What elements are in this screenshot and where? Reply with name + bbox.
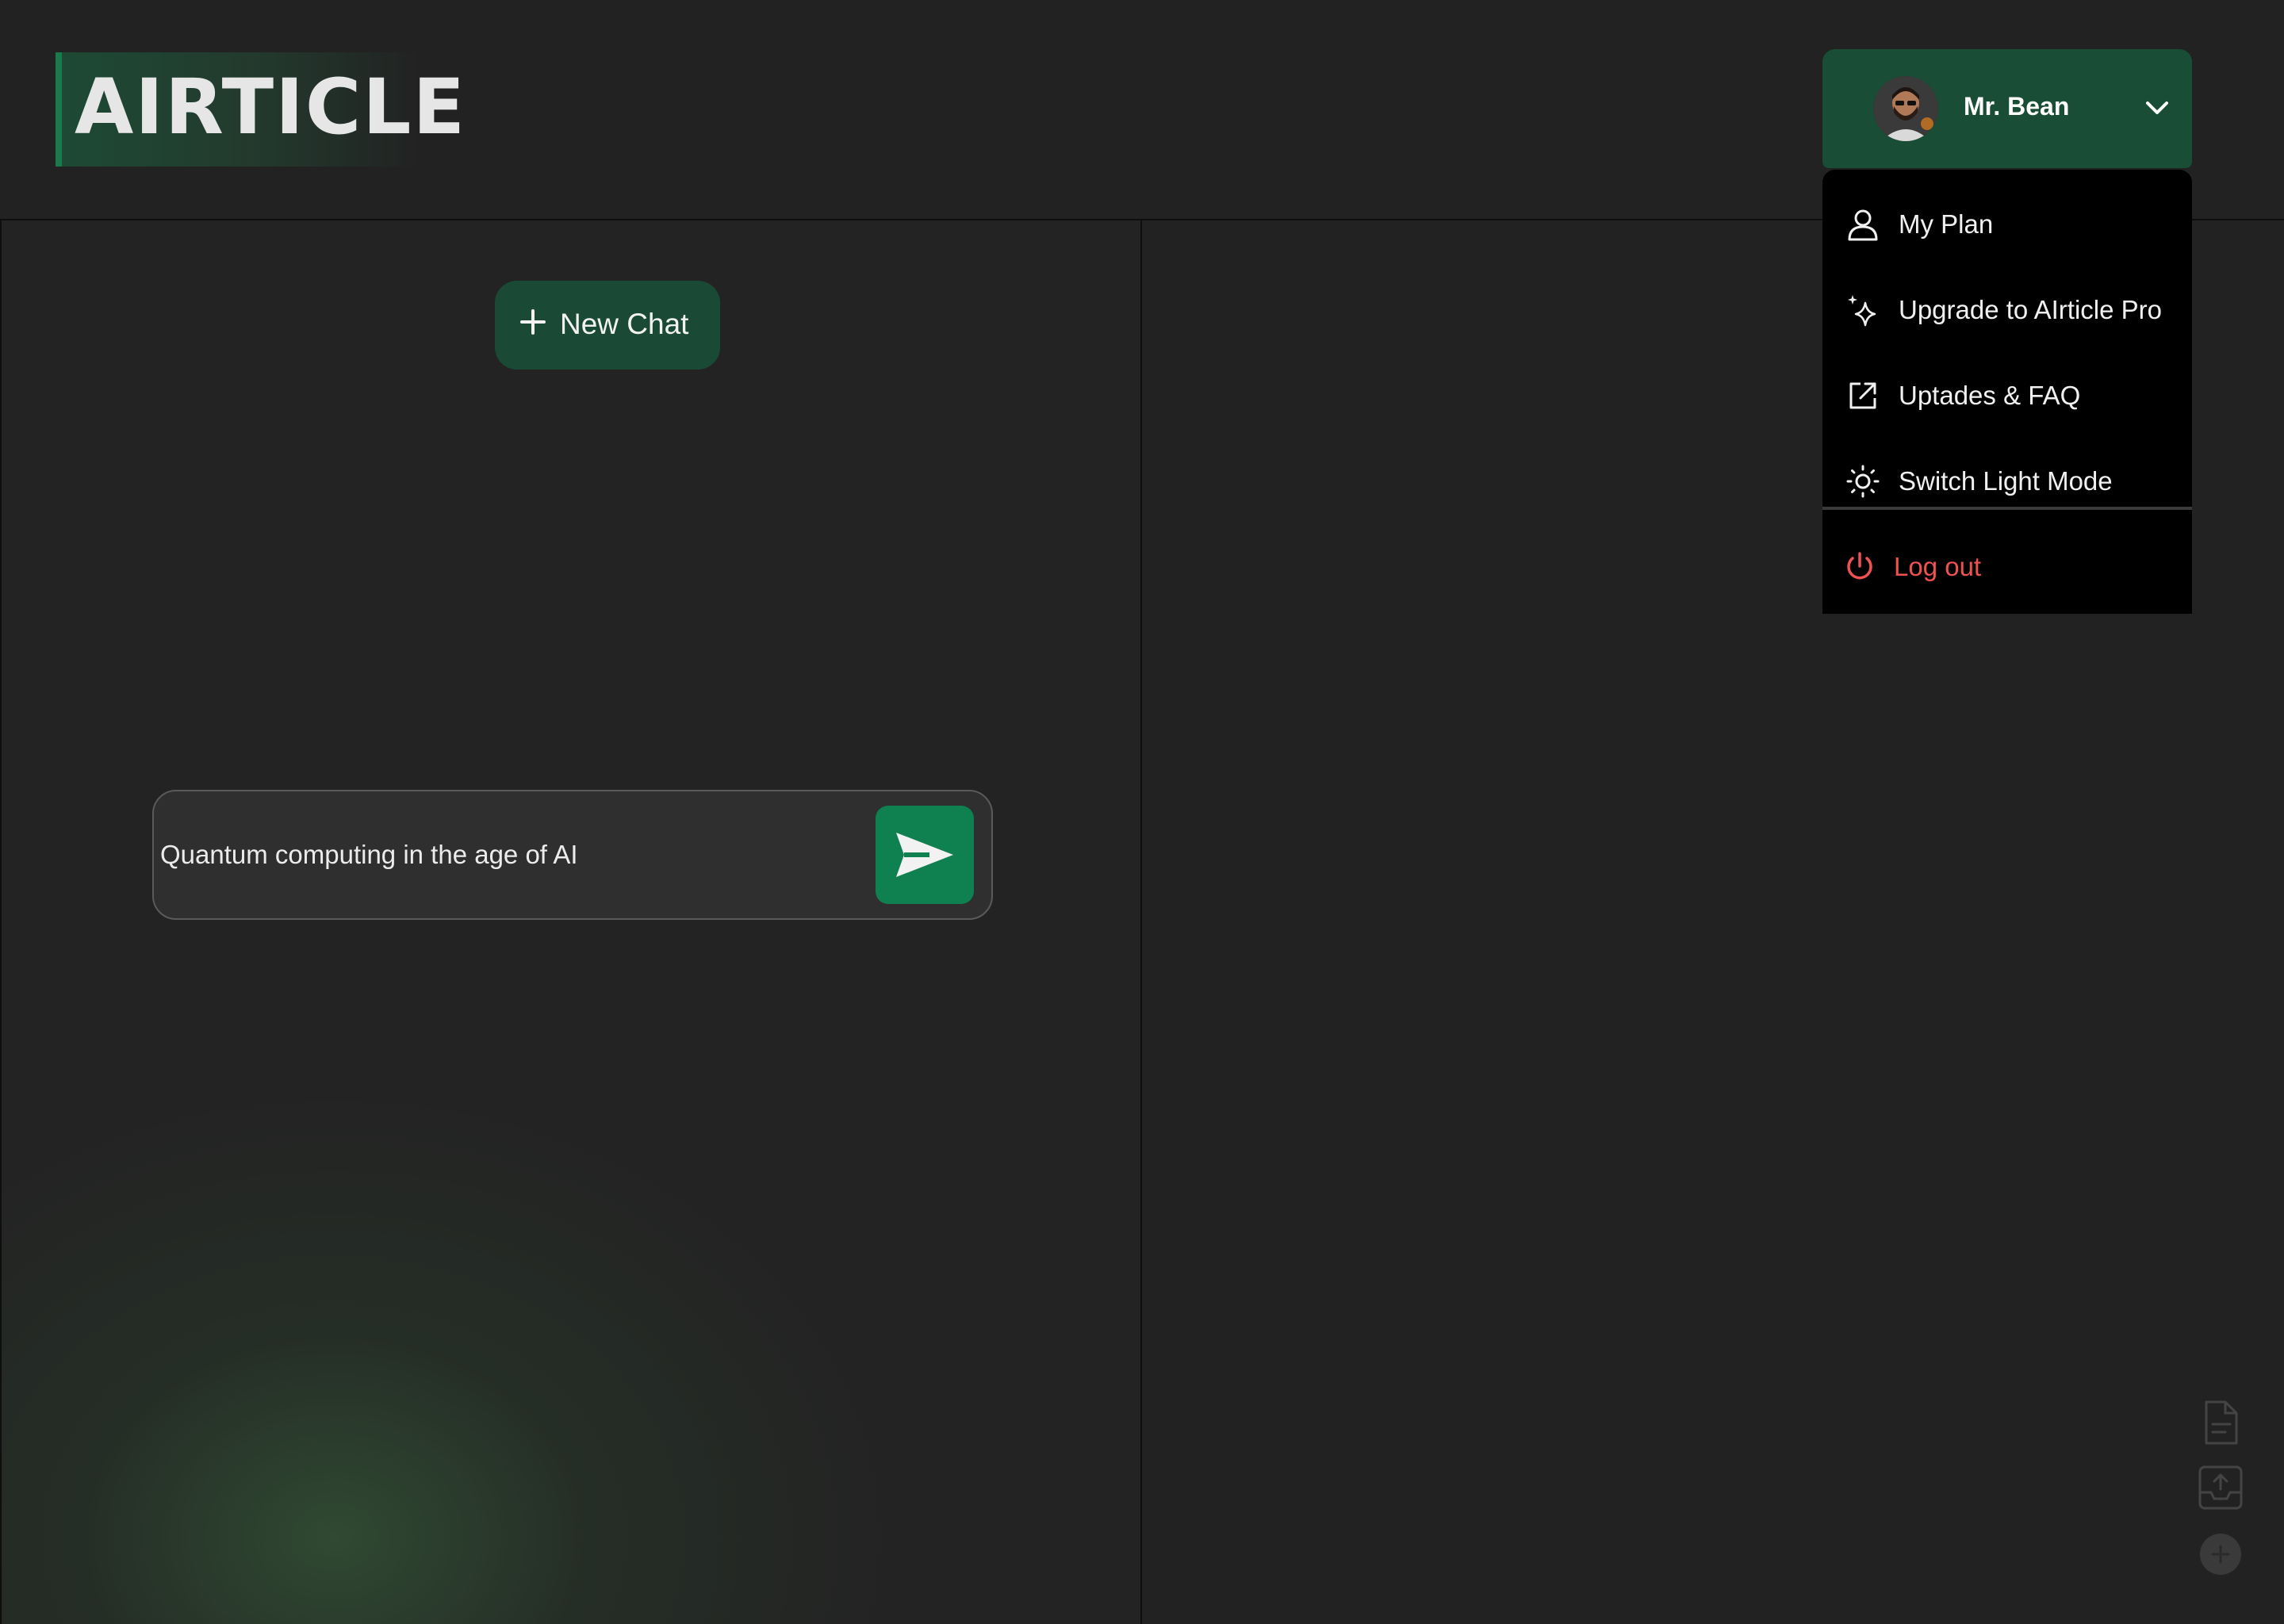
menu-item-my-plan[interactable]: My Plan — [1822, 184, 2192, 263]
app-window: AIRTICLE Mr. Bean New Chat Quantum compu… — [0, 0, 2284, 1624]
user-icon — [1846, 208, 1880, 241]
prompt-input[interactable] — [160, 831, 858, 879]
logo-text: AIRTICLE — [75, 63, 467, 151]
app-logo[interactable]: AIRTICLE — [56, 52, 465, 167]
menu-item-updates-faq[interactable]: Uptades & FAQ — [1822, 355, 2192, 435]
sparkles-icon — [1846, 293, 1880, 327]
add-circle-icon[interactable] — [2198, 1532, 2243, 1580]
plus-icon — [519, 308, 547, 336]
menu-item-label: Upgrade to AIrticle Pro — [1899, 295, 2162, 324]
menu-divider — [1822, 507, 2192, 510]
sun-icon — [1846, 465, 1880, 498]
new-chat-button[interactable]: New Chat — [495, 281, 720, 370]
user-dropdown-menu: My Plan Upgrade to AIrticle Pro Uptades … — [1822, 170, 2192, 614]
logout-label: Log out — [1894, 552, 1982, 581]
chat-panel: New Chat — [0, 220, 1142, 1624]
upload-tray-icon[interactable] — [2197, 1464, 2244, 1515]
user-menu-button[interactable]: Mr. Bean — [1822, 49, 2192, 168]
menu-item-label: Switch Light Mode — [1899, 466, 2113, 496]
prompt-box — [152, 790, 993, 920]
avatar — [1873, 76, 1938, 141]
send-button[interactable] — [876, 806, 974, 904]
menu-item-label: Uptades & FAQ — [1899, 381, 2081, 410]
power-icon — [1843, 550, 1876, 584]
menu-item-logout[interactable]: Log out — [1822, 527, 2192, 606]
menu-item-label: My Plan — [1899, 209, 1994, 239]
chevron-down-icon — [2143, 94, 2171, 122]
document-icon[interactable] — [2198, 1399, 2243, 1450]
menu-item-upgrade[interactable]: Upgrade to AIrticle Pro — [1822, 270, 2192, 349]
new-chat-label: New Chat — [560, 308, 689, 340]
user-name: Mr. Bean — [1964, 92, 2070, 121]
external-link-icon — [1846, 379, 1880, 412]
